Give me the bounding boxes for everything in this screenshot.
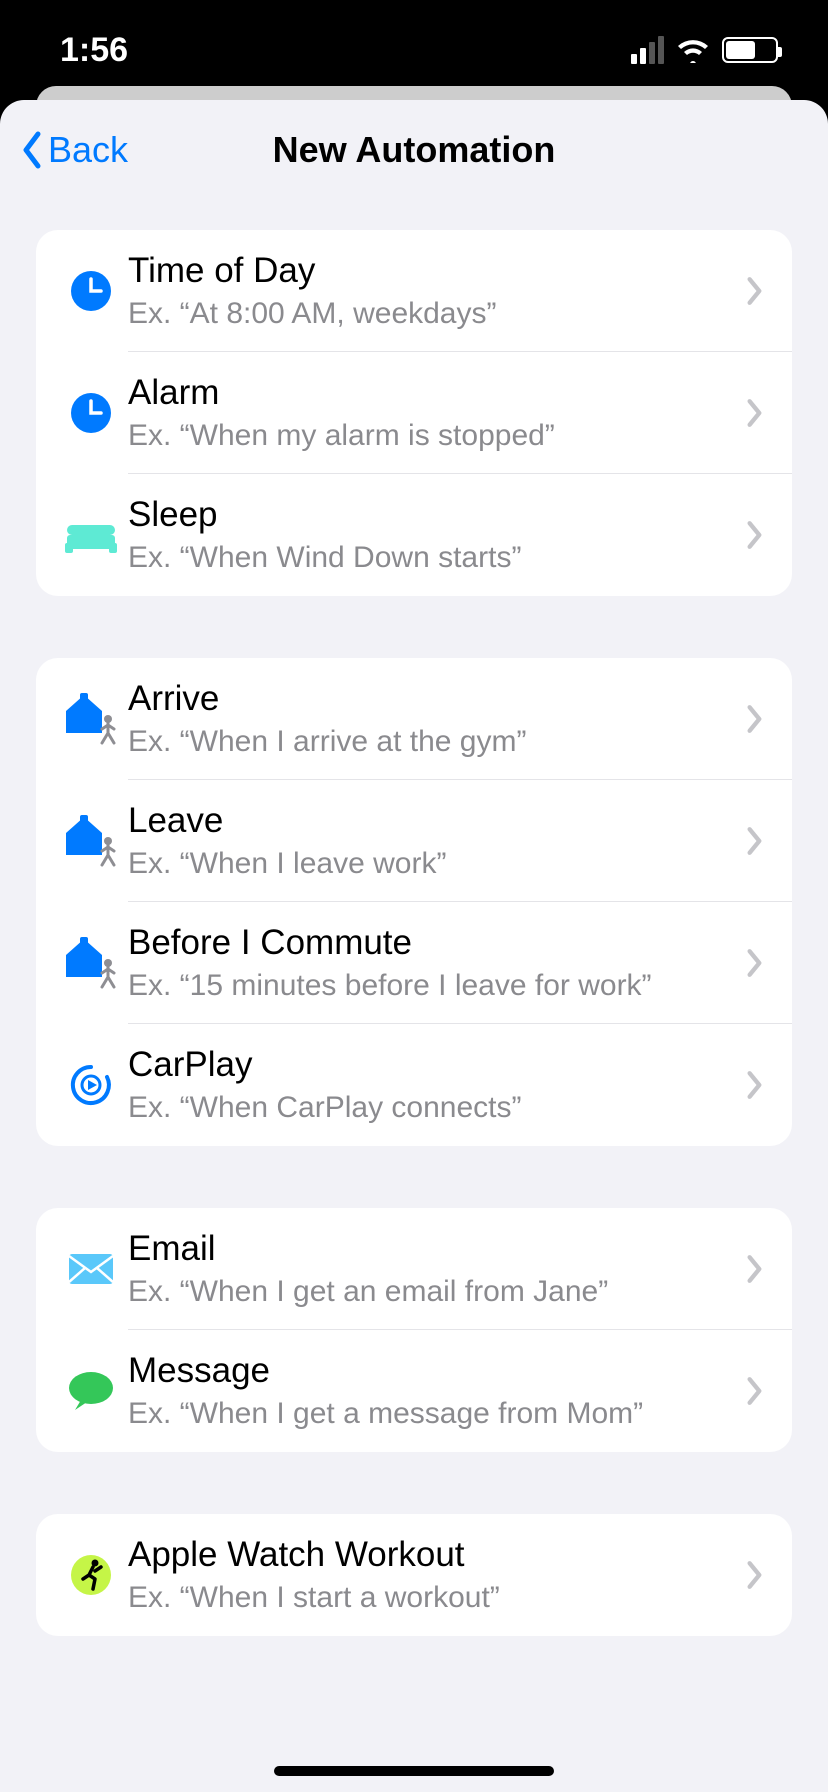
trigger-row-alarm[interactable]: Alarm Ex. “When my alarm is stopped”: [36, 352, 792, 474]
row-title: Message: [128, 1350, 746, 1392]
chevron-left-icon: [18, 130, 44, 170]
carplay-icon: [69, 1063, 113, 1107]
chevron-right-icon: [746, 704, 764, 734]
page-title: New Automation: [273, 129, 556, 171]
chevron-right-icon: [746, 1376, 764, 1406]
chevron-right-icon: [746, 1560, 764, 1590]
row-sub: Ex. “When I start a workout”: [128, 1580, 746, 1616]
row-title: Alarm: [128, 372, 746, 414]
trigger-row-email[interactable]: Email Ex. “When I get an email from Jane”: [36, 1208, 792, 1330]
trigger-row-carplay[interactable]: CarPlay Ex. “When CarPlay connects”: [36, 1024, 792, 1146]
row-sub: Ex. “When my alarm is stopped”: [128, 418, 746, 454]
chevron-right-icon: [746, 826, 764, 856]
chevron-right-icon: [746, 276, 764, 306]
sheet: Back New Automation Time of Day Ex. “At 8…: [0, 100, 828, 1792]
chevron-right-icon: [746, 1070, 764, 1100]
row-title: Leave: [128, 800, 746, 842]
trigger-row-arrive[interactable]: Arrive Ex. “When I arrive at the gym”: [36, 658, 792, 780]
house-person-icon: [62, 815, 120, 867]
back-label: Back: [48, 129, 128, 171]
trigger-row-leave[interactable]: Leave Ex. “When I leave work”: [36, 780, 792, 902]
house-person-icon: [62, 693, 120, 745]
home-indicator: [274, 1766, 554, 1776]
chevron-right-icon: [746, 1254, 764, 1284]
row-title: Apple Watch Workout: [128, 1534, 746, 1576]
trigger-row-time-of-day[interactable]: Time of Day Ex. “At 8:00 AM, weekdays”: [36, 230, 792, 352]
row-sub: Ex. “When I get a message from Mom”: [128, 1396, 746, 1432]
cellular-icon: [631, 36, 664, 64]
back-button[interactable]: Back: [18, 129, 128, 171]
clock-icon: [69, 269, 113, 313]
wifi-icon: [676, 37, 710, 63]
row-sub: Ex. “When CarPlay connects”: [128, 1090, 746, 1126]
status-right: [631, 36, 778, 64]
clock-icon: [69, 391, 113, 435]
trigger-row-message[interactable]: Message Ex. “When I get a message from Mo…: [36, 1330, 792, 1452]
row-title: Email: [128, 1228, 746, 1270]
row-title: Sleep: [128, 494, 746, 536]
row-sub: Ex. “At 8:00 AM, weekdays”: [128, 296, 746, 332]
status-time: 1:56: [60, 31, 128, 70]
trigger-group-location: Arrive Ex. “When I arrive at the gym” Lea…: [36, 658, 792, 1146]
row-sub: Ex. “When I get an email from Jane”: [128, 1274, 746, 1310]
battery-icon: [722, 37, 778, 63]
row-title: CarPlay: [128, 1044, 746, 1086]
nav-bar: Back New Automation: [0, 100, 828, 200]
trigger-row-sleep[interactable]: Sleep Ex. “When Wind Down starts”: [36, 474, 792, 596]
message-icon: [67, 1370, 115, 1412]
chevron-right-icon: [746, 398, 764, 428]
trigger-row-workout[interactable]: Apple Watch Workout Ex. “When I start a w…: [36, 1514, 792, 1636]
trigger-group-communication: Email Ex. “When I get an email from Jane”…: [36, 1208, 792, 1452]
row-sub: Ex. “15 minutes before I leave for work”: [128, 968, 746, 1004]
row-title: Before I Commute: [128, 922, 746, 964]
bed-icon: [65, 517, 117, 553]
workout-icon: [69, 1553, 113, 1597]
trigger-group-workout: Apple Watch Workout Ex. “When I start a w…: [36, 1514, 792, 1636]
row-sub: Ex. “When I arrive at the gym”: [128, 724, 746, 760]
trigger-row-before-commute[interactable]: Before I Commute Ex. “15 minutes before I…: [36, 902, 792, 1024]
status-bar: 1:56: [0, 0, 828, 100]
row-title: Arrive: [128, 678, 746, 720]
chevron-right-icon: [746, 520, 764, 550]
chevron-right-icon: [746, 948, 764, 978]
row-sub: Ex. “When I leave work”: [128, 846, 746, 882]
content-scroll[interactable]: Time of Day Ex. “At 8:00 AM, weekdays” Al…: [0, 200, 828, 1792]
mail-icon: [67, 1252, 115, 1286]
house-person-icon: [62, 937, 120, 989]
row-sub: Ex. “When Wind Down starts”: [128, 540, 746, 576]
trigger-group-time: Time of Day Ex. “At 8:00 AM, weekdays” Al…: [36, 230, 792, 596]
row-title: Time of Day: [128, 250, 746, 292]
